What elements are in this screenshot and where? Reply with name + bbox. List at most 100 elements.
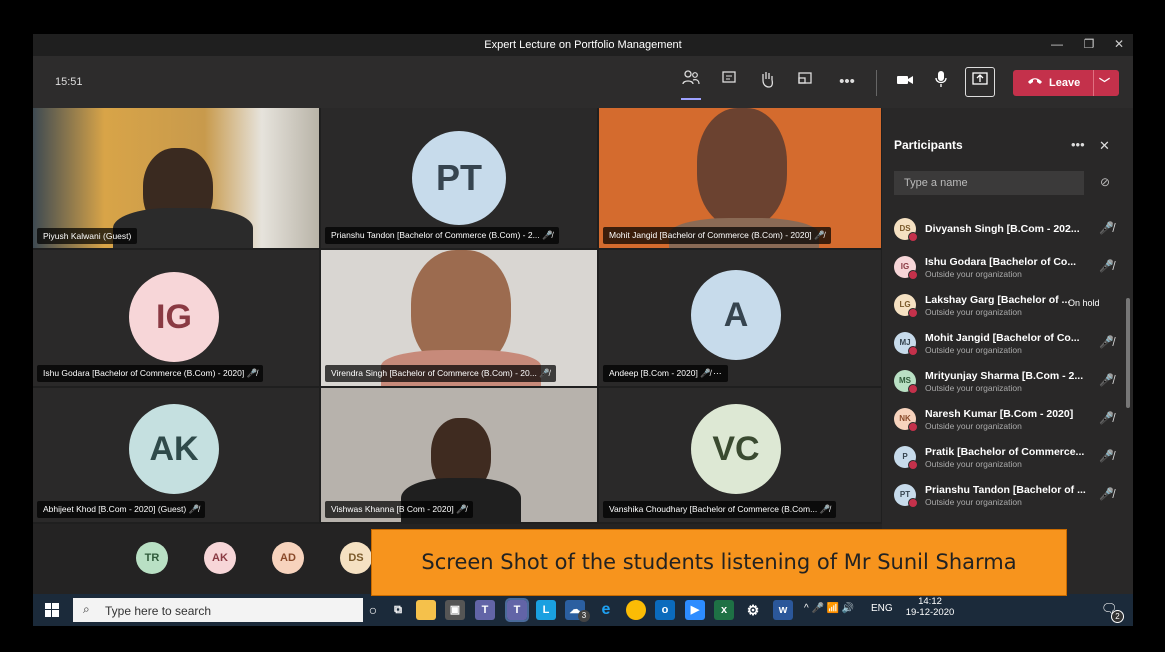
- avatar-ad[interactable]: AD: [272, 542, 304, 574]
- outlook-icon[interactable]: o: [655, 600, 675, 620]
- avatar-pt: PT: [412, 131, 506, 225]
- mic-muted-icon: 🎤̸: [1099, 487, 1114, 501]
- participant-name: Mrityunjay Sharma [B.Com - 2...: [925, 370, 1084, 382]
- tile-label: Mohit Jangid [Bachelor of Commerce (B.Co…: [603, 227, 831, 244]
- participant-row[interactable]: LG Lakshay Garg [Bachelor of ... Outside…: [894, 287, 1119, 325]
- avatar-ak[interactable]: AK: [204, 542, 236, 574]
- tile-label: Andeep [B.Com - 2020] 🎤̸ ⋯: [603, 365, 728, 382]
- tile-label: Vishwas Khanna [B Com - 2020] 🎤̸: [325, 501, 473, 518]
- participant-name: Ishu Godara [Bachelor of Co...: [925, 256, 1077, 268]
- taskbar-search-placeholder: Type here to search: [105, 604, 212, 618]
- mic-muted-icon: 🎤̸: [1099, 411, 1114, 425]
- avatar-a: A: [691, 270, 781, 360]
- chat-icon[interactable]: [717, 70, 741, 94]
- participant-name: Pratik [Bachelor of Commerce...: [925, 446, 1085, 458]
- teams-active-icon[interactable]: T: [505, 598, 529, 622]
- participants-icon[interactable]: [679, 70, 703, 94]
- participant-org: Outside your organization: [925, 383, 1022, 393]
- tile-label: Abhijeet Khod [B.Com - 2020] (Guest) 🎤̸: [37, 501, 206, 518]
- tile-label: Virendra Singh [Bachelor of Commerce (B.…: [325, 365, 556, 382]
- participant-org: Outside your organization: [925, 269, 1022, 279]
- status-dot: [908, 346, 918, 356]
- minimize-button[interactable]: —: [1045, 37, 1069, 53]
- video-tile-virendra: Virendra Singh [Bachelor of Commerce (B.…: [321, 250, 597, 386]
- camera-icon[interactable]: [893, 70, 917, 94]
- app-l-icon[interactable]: L: [536, 600, 556, 620]
- leave-button[interactable]: Leave ﹀: [1013, 70, 1119, 96]
- meeting-toolbar: 15:51 ••• Leave ﹀: [33, 56, 1133, 108]
- settings-gear-icon[interactable]: ⚙: [743, 600, 763, 620]
- video-tile-vishwas: Vishwas Khanna [B Com - 2020] 🎤̸: [321, 388, 597, 522]
- person-head: [697, 108, 787, 228]
- participant-org: Outside your organization: [925, 307, 1022, 317]
- system-tray-icons[interactable]: ^ 🎤 📶 🔊: [804, 603, 854, 614]
- language-indicator[interactable]: ENG: [871, 603, 893, 614]
- participant-row[interactable]: PT Prianshu Tandon [Bachelor of ... Outs…: [894, 477, 1119, 515]
- status-dot: [908, 232, 918, 242]
- restore-button[interactable]: ❐: [1077, 37, 1101, 53]
- participant-search-input[interactable]: [894, 171, 1084, 195]
- taskbar-clock[interactable]: 14:12 19-12-2020: [895, 596, 965, 618]
- status-dot: [908, 384, 918, 394]
- chrome-icon[interactable]: [626, 600, 646, 620]
- meeting-timer: 15:51: [55, 76, 83, 88]
- microphone-icon[interactable]: [929, 70, 953, 94]
- participant-name: Lakshay Garg [Bachelor of ...: [925, 294, 1071, 306]
- notification-badge: 3: [578, 610, 590, 622]
- cortana-icon[interactable]: ○: [363, 600, 383, 620]
- panel-more-icon[interactable]: •••: [1071, 137, 1085, 152]
- participant-row[interactable]: MS Mrityunjay Sharma [B.Com - 2... Outsi…: [894, 363, 1119, 401]
- avatar-vc: VC: [691, 404, 781, 494]
- close-window-button[interactable]: ✕: [1107, 37, 1131, 53]
- status-dot: [908, 270, 918, 280]
- video-tile-andeep: A Andeep [B.Com - 2020] 🎤̸ ⋯: [599, 250, 881, 386]
- status-dot: [908, 308, 918, 318]
- leave-label: Leave: [1049, 77, 1081, 89]
- video-tile-prianshu: PT Prianshu Tandon [Bachelor of Commerce…: [321, 108, 597, 248]
- taskbar-search-box[interactable]: ⌕ Type here to search: [73, 598, 363, 622]
- share-link-icon[interactable]: ⊘: [1100, 175, 1110, 189]
- avatar-ds[interactable]: DS: [340, 542, 372, 574]
- participant-row[interactable]: NK Naresh Kumar [B.Com - 2020] Outside y…: [894, 401, 1119, 439]
- mic-muted-icon: 🎤̸: [1099, 259, 1114, 273]
- windows-start-icon[interactable]: [45, 603, 59, 622]
- participant-row[interactable]: IG Ishu Godara [Bachelor of Co... Outsid…: [894, 249, 1119, 287]
- active-tab-indicator: [681, 98, 701, 100]
- participant-org: Outside your organization: [925, 459, 1022, 469]
- window-title: Expert Lecture on Portfolio Management: [484, 39, 682, 51]
- breakout-rooms-icon[interactable]: [793, 70, 817, 94]
- avatar-tr[interactable]: TR: [136, 542, 168, 574]
- store-icon[interactable]: ▣: [445, 600, 465, 620]
- mic-muted-icon: 🎤̸: [1099, 449, 1114, 463]
- file-explorer-icon[interactable]: [416, 600, 436, 620]
- panel-close-icon[interactable]: ✕: [1099, 138, 1110, 154]
- panel-title: Participants: [894, 138, 963, 152]
- screenshot-caption-banner: Screen Shot of the students listening of…: [371, 529, 1067, 596]
- participant-org: Outside your organization: [925, 497, 1022, 507]
- participant-row[interactable]: DS Divyansh Singh [B.Com - 202... 🎤̸: [894, 211, 1119, 249]
- participant-org: Outside your organization: [925, 421, 1022, 431]
- search-icon: ⌕: [83, 602, 90, 616]
- panel-scrollbar[interactable]: [1126, 298, 1130, 408]
- mic-muted-icon: 🎤̸: [1099, 335, 1114, 349]
- participant-row[interactable]: MJ Mohit Jangid [Bachelor of Co... Outsi…: [894, 325, 1119, 363]
- excel-icon[interactable]: x: [714, 600, 734, 620]
- teams-icon[interactable]: T: [475, 600, 495, 620]
- participant-row[interactable]: P Pratik [Bachelor of Commerce... Outsid…: [894, 439, 1119, 477]
- word-icon[interactable]: w: [773, 600, 793, 620]
- chevron-down-icon[interactable]: ﹀: [1099, 75, 1110, 91]
- edge-icon[interactable]: e: [596, 600, 616, 620]
- more-actions-icon[interactable]: •••: [835, 70, 859, 94]
- task-view-icon[interactable]: ⧉: [388, 600, 408, 620]
- zoom-icon[interactable]: ▶: [685, 600, 705, 620]
- notification-count-badge: 2: [1111, 610, 1124, 623]
- video-tile-vanshika: VC Vanshika Choudhary [Bachelor of Comme…: [599, 388, 881, 522]
- mic-muted-icon: 🎤̸: [1099, 373, 1114, 387]
- mic-muted-icon: 🎤̸: [1099, 221, 1114, 235]
- on-hold-status: On hold: [1068, 298, 1100, 308]
- tile-label: Vanshika Choudhary [Bachelor of Commerce…: [603, 501, 837, 518]
- raise-hand-icon[interactable]: [755, 70, 779, 94]
- title-bar: Expert Lecture on Portfolio Management —…: [33, 34, 1133, 56]
- video-tile-mohit: Mohit Jangid [Bachelor of Commerce (B.Co…: [599, 108, 881, 248]
- share-screen-button[interactable]: [965, 67, 995, 97]
